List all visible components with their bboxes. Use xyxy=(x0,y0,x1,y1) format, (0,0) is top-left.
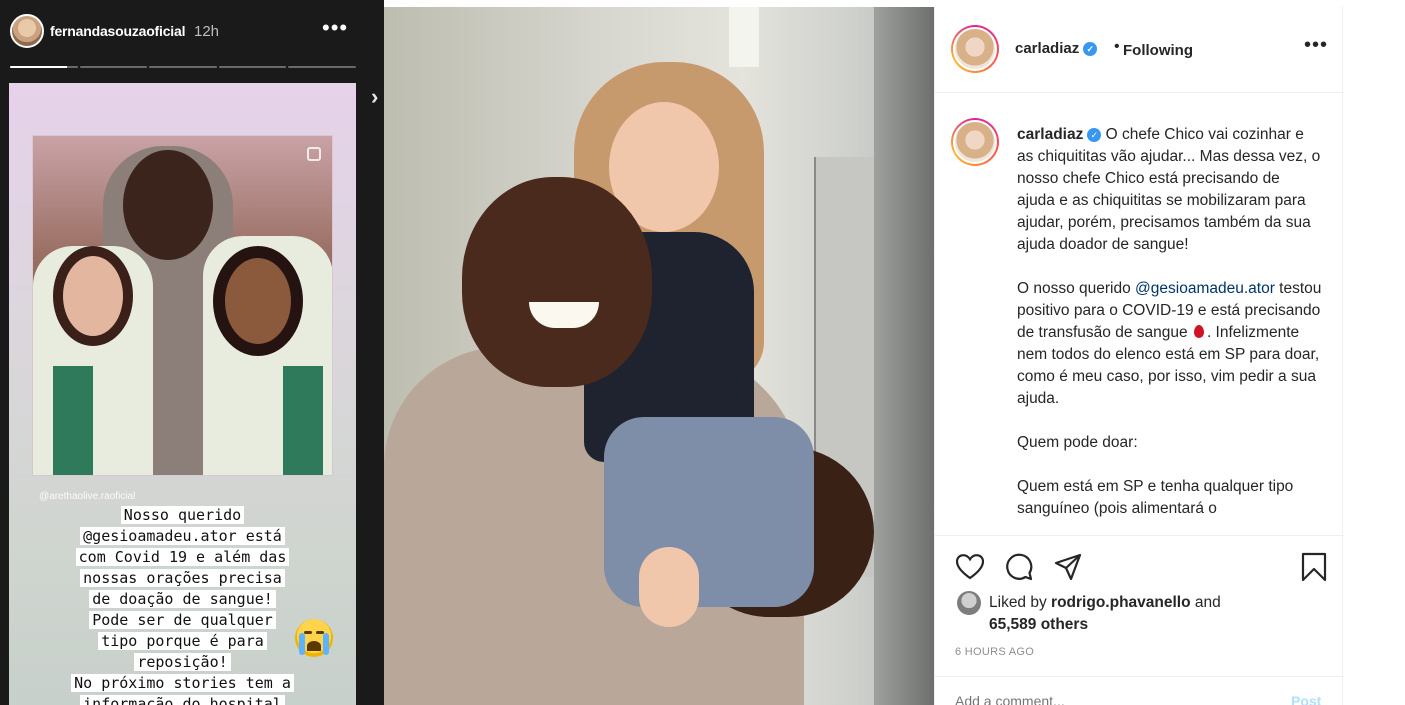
emoji-tear xyxy=(299,633,305,655)
story-avatar[interactable] xyxy=(10,14,44,48)
post-details: carladiaz ✓ • Following ••• carladiaz ✓ O … xyxy=(934,7,1344,705)
caption-avatar[interactable] xyxy=(951,118,999,166)
heart-icon[interactable] xyxy=(955,552,985,582)
story-text-line: nossas orações precisa xyxy=(9,568,356,589)
bookmark-icon[interactable] xyxy=(1299,552,1329,582)
liker-avatar[interactable] xyxy=(957,591,981,615)
square-icon xyxy=(307,147,321,161)
photo-light xyxy=(729,7,759,67)
verified-badge-icon: ✓ xyxy=(1083,42,1098,56)
photo-figure xyxy=(53,366,93,475)
caption-username[interactable]: carladiaz xyxy=(1017,126,1083,143)
story-progress-fill xyxy=(10,66,68,68)
story-photo xyxy=(32,135,333,476)
comment-box: Post xyxy=(935,676,1344,705)
photo-wall xyxy=(874,7,934,705)
author-username[interactable]: carladiaz ✓ xyxy=(1015,40,1098,57)
story-content[interactable]: @arethaolive.raoficial Nosso querido @ge… xyxy=(9,83,356,705)
story-progress-segment xyxy=(218,66,287,68)
photo-figure xyxy=(462,177,652,387)
story-text-line: com Covid 19 e além das xyxy=(9,547,356,568)
caption-paragraph: Quem pode doar: xyxy=(1017,434,1138,451)
story-text: Nosso querido @gesioamadeu.ator está com… xyxy=(9,505,356,705)
story-text-line: de doação de sangue! xyxy=(9,589,356,610)
post-timestamp[interactable]: 6 HOURS AGO xyxy=(955,646,1034,658)
caption-text: carladiaz ✓ O chefe Chico vai cozinhar e … xyxy=(1017,124,1322,534)
story-progress-segment xyxy=(149,66,217,68)
caption-paragraph: O chefe Chico vai cozinhar e as chiquiti… xyxy=(1017,126,1321,253)
caption-fragment: O nosso querido xyxy=(1017,280,1136,297)
story-progress-segment xyxy=(79,66,148,68)
more-horizontal-icon[interactable]: ••• xyxy=(322,17,348,39)
emoji-tear xyxy=(323,633,329,655)
comment-input[interactable] xyxy=(955,693,1255,705)
post-comment-button[interactable]: Post xyxy=(1291,693,1321,705)
drop-of-blood-emoji xyxy=(1193,325,1204,338)
likes-count[interactable]: 65,589 others xyxy=(989,616,1088,633)
story-text-line: informação do hospital xyxy=(9,694,356,705)
comment-icon[interactable] xyxy=(1004,552,1034,582)
photo-figure xyxy=(123,150,213,260)
story-header: fernandasouzaoficial 12h ••• xyxy=(0,0,384,64)
story-viewer: fernandasouzaoficial 12h ••• › @arethaol… xyxy=(0,0,384,705)
story-photo-credit[interactable]: @arethaolive.raoficial xyxy=(39,491,135,502)
caption-paragraph: Quem está em SP e tenha qualquer tipo sa… xyxy=(1017,478,1294,517)
photo-figure xyxy=(283,366,323,475)
emoji-eye xyxy=(304,631,312,634)
photo-figure xyxy=(604,417,814,607)
photo-figure xyxy=(213,246,303,356)
post-header: carladiaz ✓ • Following ••• xyxy=(935,7,1344,93)
share-icon[interactable] xyxy=(1053,552,1083,582)
photo-figure xyxy=(639,547,699,627)
following-button[interactable]: Following xyxy=(1123,42,1193,59)
author-avatar[interactable] xyxy=(951,25,999,73)
likes-summary: Liked by rodrigo.phavanello and 65,589 o… xyxy=(989,592,1289,636)
story-text-line: Nosso querido xyxy=(9,505,356,526)
story-text-line: reposição! xyxy=(9,652,356,673)
emoji-mouth xyxy=(307,641,321,651)
chevron-right-icon[interactable]: › xyxy=(371,84,378,110)
crying-face-emoji xyxy=(295,619,333,657)
story-progress-bar xyxy=(10,66,356,69)
separator-dot: • xyxy=(1114,38,1120,55)
mention-link[interactable]: @gesioamadeu.ator xyxy=(1135,280,1275,297)
likes-and: and xyxy=(1190,594,1221,611)
post-actions: Liked by rodrigo.phavanello and 65,589 o… xyxy=(935,535,1344,705)
liker-username[interactable]: rodrigo.phavanello xyxy=(1051,594,1191,611)
story-progress-segment xyxy=(10,66,78,68)
photo-figure xyxy=(53,246,133,346)
story-text-line: @gesioamadeu.ator está xyxy=(9,526,356,547)
more-horizontal-icon[interactable]: ••• xyxy=(1304,35,1328,55)
verified-badge-icon: ✓ xyxy=(1087,128,1102,142)
story-progress-segment xyxy=(288,66,356,68)
caption-area: carladiaz ✓ O chefe Chico vai cozinhar e … xyxy=(935,94,1344,534)
story-username[interactable]: fernandasouzaoficial xyxy=(50,23,185,39)
story-timestamp: 12h xyxy=(194,23,220,40)
post-image[interactable] xyxy=(384,7,934,705)
likes-prefix: Liked by xyxy=(989,594,1052,611)
story-text-line: No próximo stories tem a xyxy=(9,673,356,694)
